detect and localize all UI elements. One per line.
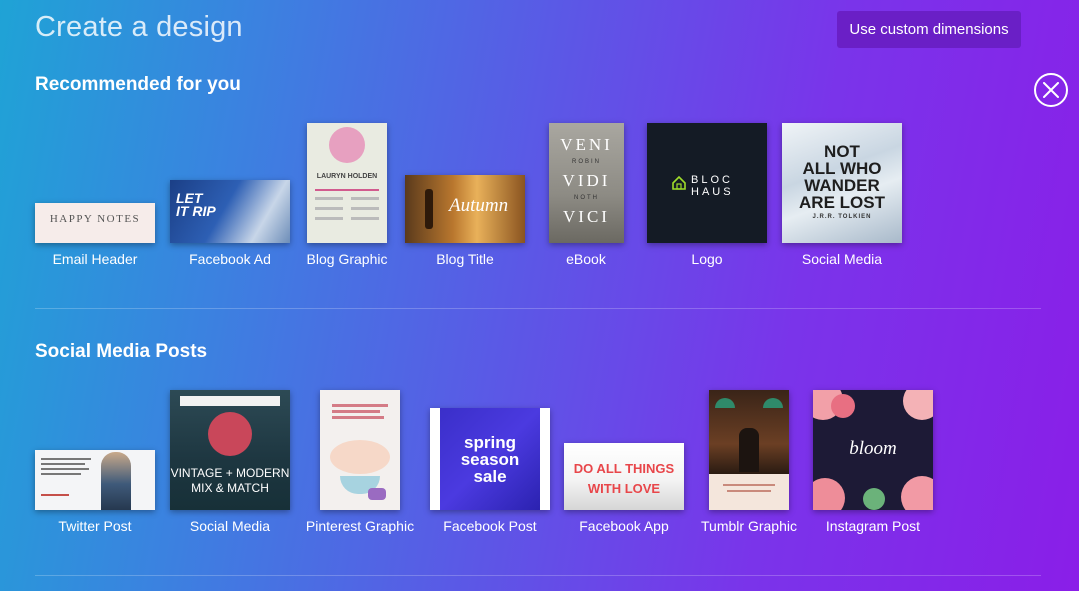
facebook-app-label: Facebook App [579, 518, 669, 534]
ebook-thumb-line-3: VIDI [562, 171, 611, 190]
social-media-post-label: Social Media [189, 518, 271, 534]
close-button[interactable] [1034, 73, 1068, 107]
logo-thumb-line-1: BLOC [691, 174, 733, 186]
social-media-thumb-line-4: ARE LOST [799, 193, 885, 212]
ebook-label: eBook [566, 251, 606, 267]
instagram-post-label: Instagram Post [825, 518, 921, 534]
pinterest-graphic-label: Pinterest Graphic [305, 518, 415, 534]
social-media-post-thumb-line-2: MIX & MATCH [191, 481, 269, 495]
ebook-thumb-line-5: VICI [563, 207, 610, 226]
tumblr-graphic-thumbnail [709, 390, 789, 510]
logo-label: Logo [691, 251, 723, 267]
blog-graphic-thumb-text: LAURYN HOLDEN [316, 173, 378, 180]
instagram-post-thumb-text: bloom [849, 438, 897, 459]
facebook-app-thumbnail: DO ALL THINGS WITH LOVE [564, 443, 684, 510]
social-media-thumb-line-5: J.R.R. TOLKIEN [812, 214, 872, 220]
facebook-post-thumb-line-3: sale [473, 467, 507, 486]
facebook-post-thumb-line-1: spring [464, 433, 516, 452]
use-custom-dimensions-button[interactable]: Use custom dimensions [837, 11, 1021, 48]
twitter-post-label: Twitter Post [58, 518, 132, 534]
email-header-label: Email Header [52, 251, 138, 267]
facebook-ad-label: Facebook Ad [189, 251, 271, 267]
blog-title-label: Blog Title [436, 251, 494, 267]
social-media-thumb-line-1: NOT [824, 142, 860, 161]
section-divider-bottom [35, 575, 1041, 576]
email-header-thumbnail: HAPPY NOTES [35, 203, 155, 243]
facebook-post-thumbnail: spring season sale [430, 408, 550, 510]
facebook-app-thumb-line-1: DO ALL THINGS [573, 461, 675, 476]
ebook-thumb-line-1: VENI [560, 135, 613, 154]
tumblr-graphic-label: Tumblr Graphic [701, 518, 797, 534]
facebook-post-label: Facebook Post [443, 518, 537, 534]
facebook-post-thumb-line-2: season [460, 450, 520, 469]
facebook-ad-thumb-text: LET IT RIP [176, 190, 216, 219]
recommended-section-title: Recommended for you [35, 74, 241, 95]
instagram-post-thumbnail: bloom [813, 390, 933, 510]
section-divider [35, 308, 1041, 309]
social-media-post-thumbnail: VINTAGE + MODERN MIX & MATCH [170, 390, 290, 510]
social-media-thumb-line-3: WANDER [804, 176, 880, 195]
social-media-post-thumb-line-1: VINTAGE + MODERN [170, 466, 290, 480]
ebook-thumbnail: VENI ROBIN VIDI NOTH VICI [549, 123, 624, 243]
logo-thumb-line-2: HAUS [691, 186, 734, 198]
social-media-recommended-label: Social Media [801, 251, 883, 267]
blog-graphic-thumbnail: LAURYN HOLDEN [307, 123, 387, 243]
blog-graphic-label: Blog Graphic [306, 251, 388, 267]
blog-title-thumbnail: Autumn [405, 175, 525, 243]
social-media-posts-section-title: Social Media Posts [35, 341, 208, 362]
twitter-post-thumbnail [35, 450, 155, 510]
logo-thumbnail: BLOC HAUS [647, 123, 767, 243]
close-icon [1043, 82, 1059, 98]
social-media-recommended-thumbnail: NOT ALL WHO WANDER ARE LOST J.R.R. TOLKI… [782, 123, 902, 243]
pinterest-graphic-thumbnail [320, 390, 400, 510]
house-icon [672, 176, 686, 190]
ebook-thumb-line-2: ROBIN [571, 159, 601, 165]
ebook-thumb-line-4: NOTH [574, 195, 599, 201]
facebook-app-thumb-line-2: WITH LOVE [587, 481, 661, 496]
facebook-ad-thumbnail: LET IT RIP [170, 180, 290, 243]
email-header-thumb-text: HAPPY NOTES [49, 213, 141, 225]
social-media-thumb-line-2: ALL WHO [802, 159, 882, 178]
blog-title-thumb-text: Autumn [449, 195, 509, 216]
page-title: Create a design [35, 11, 243, 43]
